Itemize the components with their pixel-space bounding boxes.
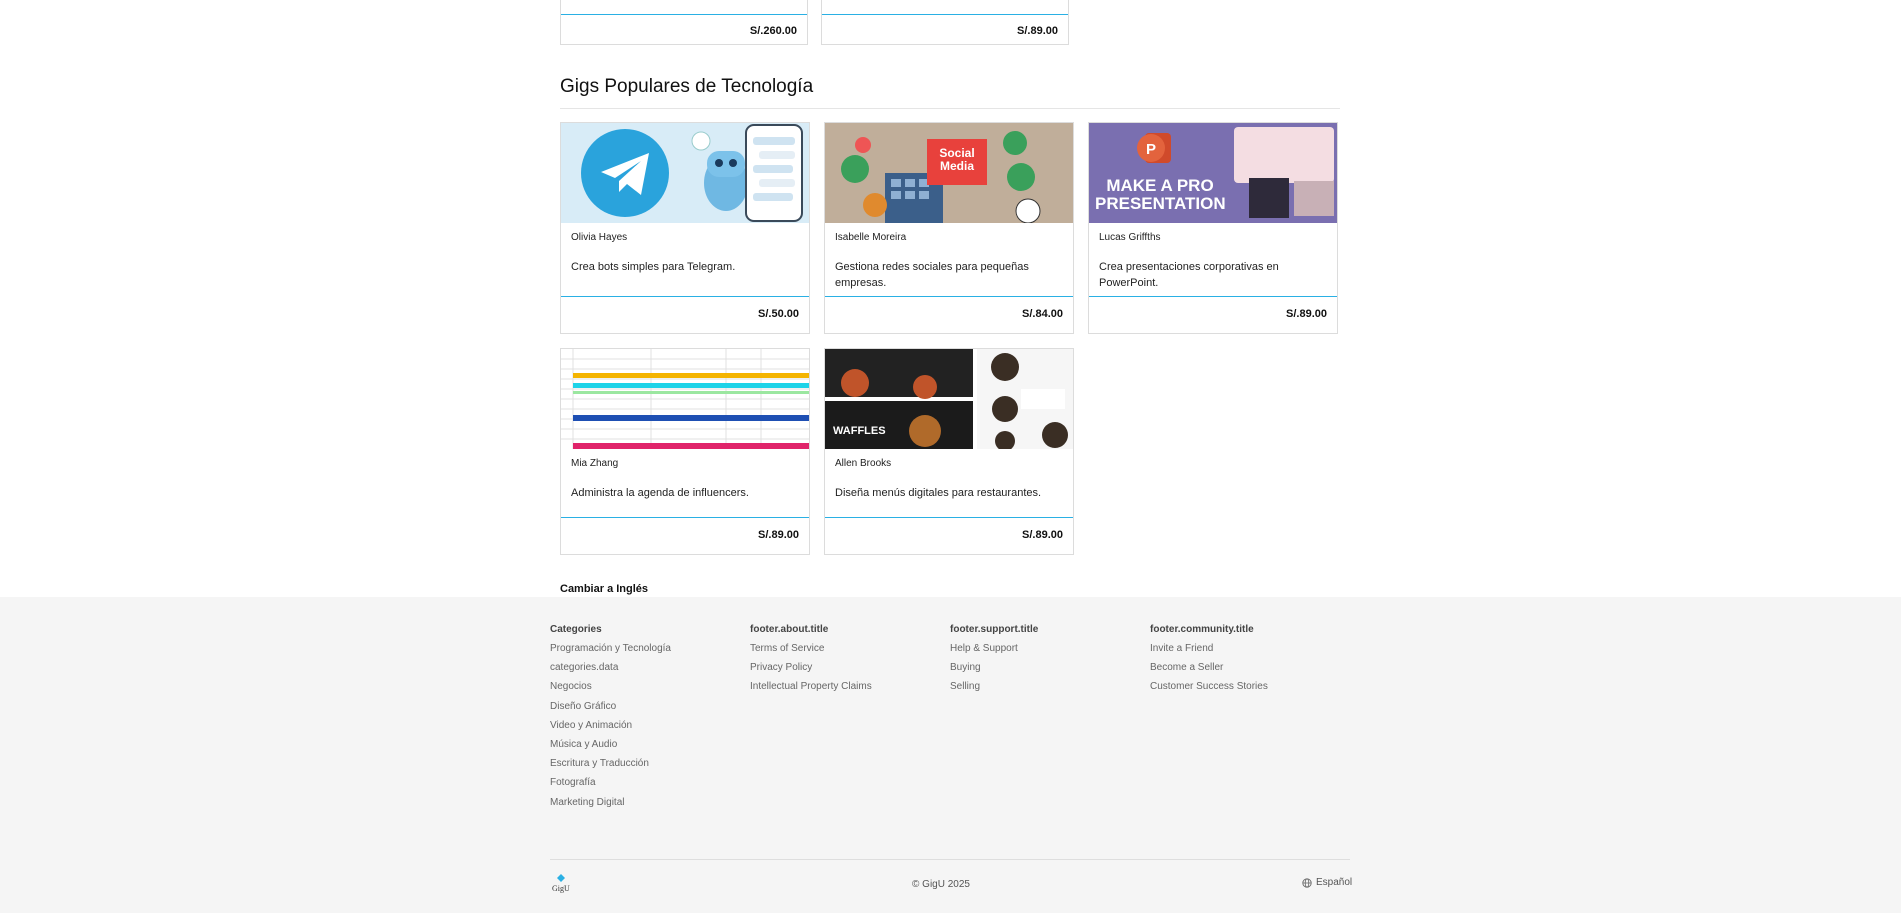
gig-description[interactable]: Diseña menús digitales para restaurantes… (835, 485, 1063, 501)
footer-link[interactable]: Negocios (550, 681, 740, 700)
gig-price: S/.89.00 (1017, 25, 1058, 37)
footer-column-title: footer.support.title (950, 624, 1039, 635)
gig-price: S/.50.00 (758, 308, 799, 320)
gig-price: S/.89.00 (758, 529, 799, 541)
gig-price: S/.260.00 (749, 25, 797, 37)
gig-card[interactable]: S/.260.00 (560, 0, 808, 45)
previous-gig-row: S/.260.00 S/.89.00 (560, 0, 1069, 45)
gig-card[interactable]: Mia Zhang Administra la agenda de influe… (560, 348, 810, 555)
gig-card[interactable]: Olivia Hayes Crea bots simples para Tele… (560, 122, 810, 334)
seller-name[interactable]: Mia Zhang (571, 458, 799, 470)
gig-card[interactable]: WAFFLES Allen Brooks Diseña menús digita… (824, 348, 1074, 555)
powerpoint-thumbnail-text: MAKE A PRO PRESENTATION (1095, 176, 1226, 213)
footer-column-support: footer.support.title Help & Support Buyi… (950, 624, 1140, 701)
seller-name[interactable]: Lucas Griffths (1099, 232, 1327, 244)
switch-language-button[interactable]: Cambiar a Inglés (560, 583, 648, 595)
footer-link[interactable]: Programación y Tecnología (550, 643, 740, 662)
section-title: Gigs Populares de Tecnología (560, 76, 1340, 109)
footer-link[interactable]: Escritura y Traducción (550, 758, 740, 777)
footer-column-community: footer.community.title Invite a Friend B… (1150, 624, 1340, 701)
footer-link[interactable]: Customer Success Stories (1150, 681, 1340, 700)
footer-link[interactable]: Help & Support (950, 643, 1140, 662)
seller-name[interactable]: Allen Brooks (835, 458, 1063, 470)
footer-link[interactable]: Video y Animación (550, 720, 740, 739)
gig-thumbnail[interactable]: P MAKE A PRO PRESENTATION (1089, 123, 1337, 223)
seller-name[interactable]: Isabelle Moreira (835, 232, 1063, 244)
svg-text:P: P (1146, 141, 1156, 158)
gig-card[interactable]: P MAKE A PRO PRESENTATION Lucas Griffths… (1088, 122, 1338, 334)
footer-link[interactable]: Privacy Policy (750, 662, 940, 681)
footer-link[interactable]: Música y Audio (550, 739, 740, 758)
gig-card[interactable]: S/.89.00 (821, 0, 1069, 45)
footer-link[interactable]: Terms of Service (750, 643, 940, 662)
seller-name[interactable]: Olivia Hayes (571, 232, 799, 244)
gig-thumbnail[interactable]: WAFFLES (825, 349, 1073, 449)
social-media-thumbnail-text: Social Media (939, 146, 975, 173)
globe-icon (1302, 877, 1312, 888)
footer-link[interactable]: Intellectual Property Claims (750, 681, 940, 700)
footer-column-title: footer.community.title (1150, 624, 1254, 635)
footer-link[interactable]: Diseño Gráfico (550, 701, 740, 720)
footer-column-title: Categories (550, 624, 602, 635)
gig-description[interactable]: Crea bots simples para Telegram. (571, 259, 799, 275)
language-label: Español (1316, 877, 1353, 888)
footer-link[interactable]: Buying (950, 662, 1140, 681)
footer-link[interactable]: categories.data (550, 662, 740, 681)
gig-price: S/.89.00 (1022, 529, 1063, 541)
gig-thumbnail[interactable]: Social Media (825, 123, 1073, 223)
gig-description[interactable]: Administra la agenda de influencers. (571, 485, 799, 501)
gig-card[interactable]: Social Media Isabelle Moreira Gestiona r… (824, 122, 1074, 334)
restaurant-menu-thumbnail-text: WAFFLES (833, 425, 886, 437)
footer-column-categories: Categories Programación y Tecnología cat… (550, 624, 740, 816)
language-selector[interactable]: Español (1302, 877, 1352, 888)
gig-description[interactable]: Crea presentaciones corporativas en Powe… (1099, 259, 1327, 291)
copyright: © GigU 2025 (912, 879, 970, 890)
gig-price: S/.89.00 (1286, 308, 1327, 320)
gig-price: S/.84.00 (1022, 308, 1063, 320)
footer-link[interactable]: Selling (950, 681, 1140, 700)
footer: Categories Programación y Tecnología cat… (0, 597, 1901, 913)
footer-link[interactable]: Become a Seller (1150, 662, 1340, 681)
footer-column-title: footer.about.title (750, 624, 829, 635)
footer-column-about: footer.about.title Terms of Service Priv… (750, 624, 940, 701)
footer-divider (550, 859, 1350, 860)
footer-link[interactable]: Invite a Friend (1150, 643, 1340, 662)
gig-description[interactable]: Gestiona redes sociales para pequeñas em… (835, 259, 1063, 291)
footer-link[interactable]: Fotografía (550, 777, 740, 796)
gig-thumbnail[interactable] (561, 349, 809, 449)
footer-link[interactable]: Marketing Digital (550, 797, 740, 816)
gig-thumbnail[interactable] (561, 123, 809, 223)
